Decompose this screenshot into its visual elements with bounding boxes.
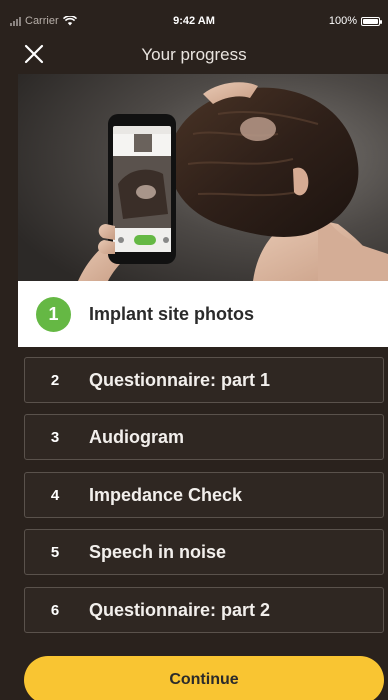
hero-photo bbox=[18, 74, 388, 281]
step-label: Implant site photos bbox=[89, 303, 255, 324]
step-number: 5 bbox=[50, 543, 60, 561]
step-card-active[interactable]: 1 Implant site photos bbox=[18, 281, 388, 347]
status-right: 100% bbox=[328, 15, 382, 27]
step-number-badge: 1 bbox=[36, 296, 71, 332]
step-number: 3 bbox=[50, 428, 60, 446]
step-number: 2 bbox=[50, 371, 60, 389]
nav-bar: Your progress bbox=[0, 34, 388, 74]
step-label: Questionnaire: part 2 bbox=[89, 599, 271, 620]
page-title: Your progress bbox=[141, 45, 247, 64]
step-item-questionnaire-part-2[interactable]: 6 Questionnaire: part 2 bbox=[24, 587, 384, 633]
step-label: Questionnaire: part 1 bbox=[89, 369, 271, 390]
step-item-impedance-check[interactable]: 4 Impedance Check bbox=[24, 472, 384, 518]
step-item-audiogram[interactable]: 3 Audiogram bbox=[24, 414, 384, 460]
battery-percent: 100% bbox=[328, 15, 357, 27]
step-label: Speech in noise bbox=[89, 541, 227, 562]
status-bar: Carrier 9:42 AM 100% bbox=[0, 0, 388, 34]
continue-button[interactable]: Continue bbox=[24, 656, 384, 700]
step-label: Audiogram bbox=[89, 426, 185, 447]
step-label: Impedance Check bbox=[89, 484, 243, 505]
step-item-speech-in-noise[interactable]: 5 Speech in noise bbox=[24, 529, 384, 575]
step-number: 4 bbox=[50, 486, 60, 504]
battery-icon bbox=[361, 16, 382, 26]
step-item-questionnaire-part-1[interactable]: 2 Questionnaire: part 1 bbox=[24, 357, 384, 403]
hero-illustration bbox=[18, 74, 388, 281]
step-number: 6 bbox=[50, 601, 60, 619]
